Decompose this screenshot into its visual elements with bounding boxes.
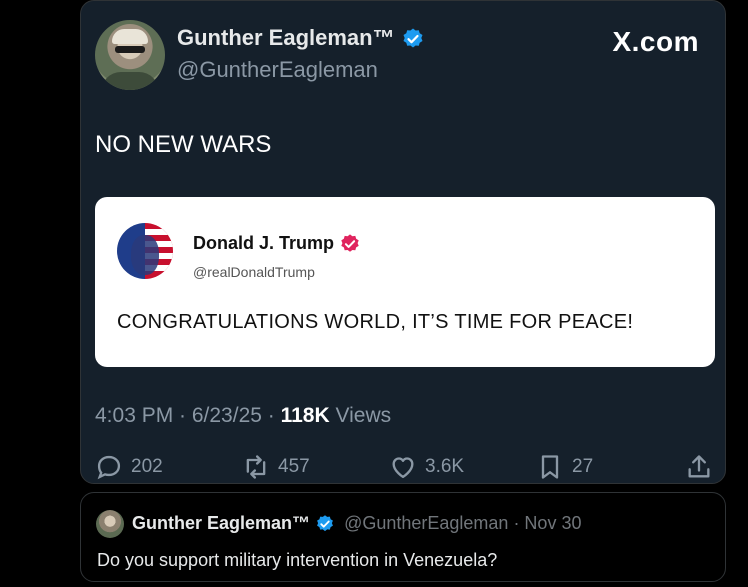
reply-author-avatar[interactable] [96,510,124,538]
verified-badge-icon [341,234,359,253]
repost-button[interactable]: 457 [242,453,310,481]
reply-button[interactable]: 202 [95,453,163,481]
bookmark-button[interactable]: 27 [536,453,593,481]
reply-author-name[interactable]: Gunther Eagleman™ [132,513,310,533]
share-icon [688,455,710,478]
verified-badge-icon [317,515,333,532]
tweet-meta: 4:03 PM · 6/23/25 · 118K Views [95,404,391,428]
reply-icon [97,455,121,480]
avatar-shirt [101,72,159,90]
reply-author-handle[interactable]: @GuntherEagleman [344,513,508,533]
author-name[interactable]: Gunther Eagleman™ [177,25,395,50]
bookmark-icon [541,455,559,479]
reply-post[interactable]: Gunther Eagleman™ @GuntherEagleman · Nov… [80,492,726,582]
quoted-author-name-row[interactable]: Donald J. Trump [193,233,361,255]
avatar-cap [112,29,148,44]
timestamp[interactable]: 4:03 PM · 6/23/25 · [95,404,281,427]
author-handle[interactable]: @GuntherEagleman [177,57,378,83]
x-com-logo: X.com [612,26,699,57]
tweet-card: Gunther Eagleman™ @GuntherEagleman X.com… [80,0,726,484]
share-button[interactable] [685,453,713,481]
quoted-author-handle[interactable]: @realDonaldTrump [193,264,315,280]
reply-count: 202 [131,456,163,477]
quoted-author-avatar[interactable] [117,223,173,279]
like-button[interactable]: 3.6K [389,453,464,481]
like-count: 3.6K [425,456,465,477]
reply-date[interactable]: · Nov 30 [508,513,581,533]
views-count: 118K [280,404,330,427]
author-avatar[interactable] [95,20,165,90]
avatar-glasses [115,46,145,53]
quoted-author-name[interactable]: Donald J. Trump [193,233,334,253]
reply-text: Do you support military intervention in … [97,550,498,570]
flag-stripe [145,229,173,235]
action-bar: 202 457 3.6K 27 [95,453,715,483]
author-name-row[interactable]: Gunther Eagleman™ [177,25,425,51]
tweet-text: NO NEW WARS [95,131,272,158]
heart-icon [392,457,414,479]
repost-count: 457 [278,456,310,477]
reply-header: Gunther Eagleman™ @GuntherEagleman · Nov… [132,513,581,534]
avatar-face [131,235,159,275]
verified-badge-icon [403,28,423,48]
repost-icon [246,455,266,479]
bookmark-count: 27 [572,456,594,477]
quoted-post[interactable]: Donald J. Trump @realDonaldTrump CONGRAT… [95,197,715,367]
quoted-text: CONGRATULATIONS WORLD, IT’S TIME FOR PEA… [117,311,634,333]
views-label: Views [329,404,392,427]
